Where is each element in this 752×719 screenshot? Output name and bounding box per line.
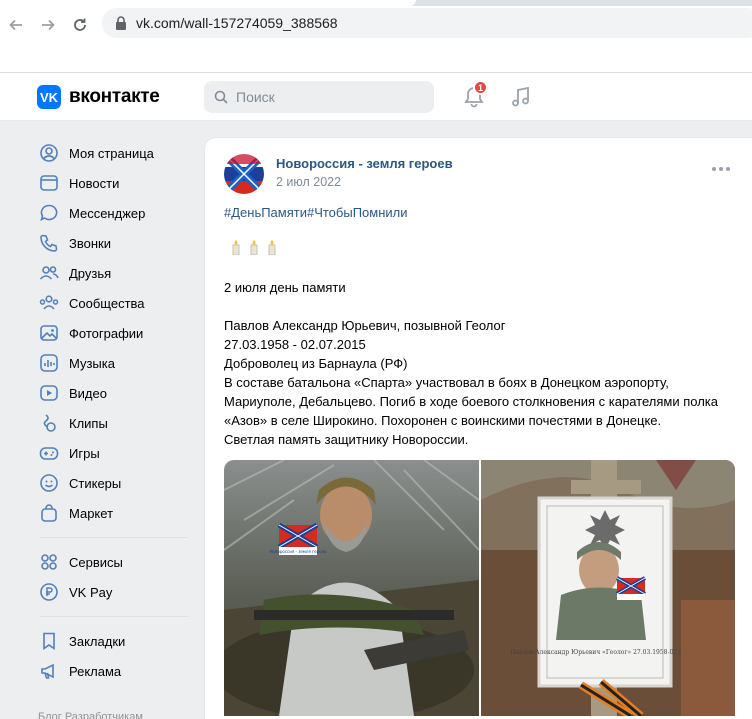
left-menu: Моя страница Новости Мессенджер Звонки Друзь… (36, 138, 196, 686)
menu-item-label: Маркет (69, 505, 114, 521)
menu-item-megaphone[interactable]: Реклама (36, 656, 196, 686)
clips-icon (38, 412, 60, 434)
bookmark-icon (38, 630, 60, 652)
post-text-line: Павлов Александр Юрьевич, позывной Геоло… (224, 318, 506, 333)
group-name-link[interactable]: Новороссия - земля героев (276, 156, 453, 171)
menu-item-label: Видео (69, 385, 107, 401)
candle-icon (268, 240, 276, 255)
menu-item-label: Реклама (69, 663, 122, 679)
menu-item-label: VK Pay (69, 584, 113, 600)
post-text-line: Доброволец из Барнаула (РФ) (224, 356, 408, 371)
menu-item-friends[interactable]: Друзья (36, 258, 196, 288)
novorossiya-flag-overlay (616, 576, 646, 600)
vk-logo[interactable]: VK вконтакте (37, 85, 160, 109)
menu-item-label: Клипы (69, 415, 108, 431)
menu-item-photo[interactable]: Фотографии (36, 318, 196, 348)
menu-item-market-bag[interactable]: Маркет (36, 498, 196, 528)
sticker-icon (38, 472, 60, 494)
menu-item-label: Стикеры (69, 475, 122, 491)
music-icon (38, 352, 60, 374)
menu-item-communities[interactable]: Сообщества (36, 288, 196, 318)
post-text-line: Мариуполе, Дебальцево. Погиб в ходе боев… (224, 394, 718, 409)
market-bag-icon (38, 502, 60, 524)
post-date[interactable]: 2 июл 2022 (276, 175, 341, 189)
friends-icon (38, 262, 60, 284)
post-text-line: В составе батальона «Спарта» участвовал … (224, 375, 669, 390)
post-text-line: 2 июля день памяти (224, 280, 346, 295)
video-icon (38, 382, 60, 404)
post-text-line: «Азов» в селе Широкино. Похоронен с воин… (224, 413, 662, 428)
menu-divider (40, 537, 188, 538)
bookmarks-bar (0, 44, 752, 73)
more-options-icon[interactable] (712, 167, 732, 177)
notification-badge: 1 (473, 80, 488, 95)
footer-links[interactable]: Блог Разработчикам (38, 711, 143, 719)
candle-icon (232, 240, 240, 255)
reload-icon[interactable] (67, 12, 93, 38)
services-grid-icon (38, 551, 60, 573)
candle-icon (250, 240, 258, 255)
post-text-line: 27.03.1958 - 02.07.2015 (224, 337, 366, 352)
post-photo-memorial[interactable]: Павлов Александр Юрьевич «Геолог» 27.03.… (481, 460, 735, 716)
search-input[interactable] (236, 81, 426, 113)
menu-item-label: Звонки (69, 235, 111, 251)
menu-item-vkpay[interactable]: VK Pay (36, 577, 196, 607)
menu-item-label: Сообщества (69, 295, 145, 311)
menu-item-label: Игры (69, 445, 100, 461)
address-bar[interactable]: vk.com/wall-157274059_388568 (102, 8, 752, 38)
music-player-icon[interactable] (508, 84, 534, 110)
vk-logo-icon: VK (37, 85, 61, 109)
url-text: vk.com/wall-157274059_388568 (136, 15, 338, 31)
menu-item-label: Сервисы (69, 554, 123, 570)
user-circle-icon (38, 142, 60, 164)
menu-item-chat-bubble[interactable]: Мессенджер (36, 198, 196, 228)
menu-item-label: Новости (69, 175, 120, 191)
menu-item-music[interactable]: Музыка (36, 348, 196, 378)
wall-post: Новороссия - земля героев 2 июл 2022 #Де… (204, 137, 752, 719)
forward-arrow-icon[interactable] (35, 12, 61, 38)
post-hashtags[interactable]: #ДеньПамяти#ЧтобыПомнили (224, 203, 408, 222)
search-icon (214, 90, 228, 104)
menu-item-newspaper[interactable]: Новости (36, 168, 196, 198)
menu-item-phone[interactable]: Звонки (36, 228, 196, 258)
chat-bubble-icon (38, 202, 60, 224)
menu-item-label: Музыка (69, 355, 115, 371)
menu-item-services-grid[interactable]: Сервисы (36, 547, 196, 577)
post-photo-soldier[interactable]: Новороссия - земля героев (224, 460, 479, 716)
menu-item-label: Друзья (69, 265, 112, 281)
group-avatar[interactable] (224, 154, 264, 194)
vk-header: VK вконтакте 1 (0, 73, 752, 121)
menu-item-label: Моя страница (69, 145, 154, 161)
phone-icon (38, 232, 60, 254)
flag-caption: Новороссия - земля героев (270, 549, 327, 554)
browser-toolbar: vk.com/wall-157274059_388568 (0, 6, 752, 44)
megaphone-icon (38, 660, 60, 682)
gamepad-icon (38, 442, 60, 464)
candle-emojis: 🕯🕯🕯 (231, 239, 277, 255)
menu-item-user-circle[interactable]: Моя страница (36, 138, 196, 168)
post-text-line: Светлая память защитнику Новороссии. (224, 432, 469, 447)
photo-icon (38, 322, 60, 344)
vkpay-icon (38, 581, 60, 603)
menu-item-sticker[interactable]: Стикеры (36, 468, 196, 498)
menu-divider (40, 616, 188, 617)
menu-item-clips[interactable]: Клипы (36, 408, 196, 438)
vk-logo-text: вконтакте (69, 86, 160, 107)
communities-icon (38, 292, 60, 314)
newspaper-icon (38, 172, 60, 194)
menu-item-label: Фотографии (69, 325, 144, 341)
menu-item-gamepad[interactable]: Игры (36, 438, 196, 468)
menu-item-bookmark[interactable]: Закладки (36, 626, 196, 656)
lock-icon (116, 16, 126, 30)
memorial-plate-text: Павлов Александр Юрьевич «Геолог» 27.03.… (510, 649, 704, 656)
menu-item-video[interactable]: Видео (36, 378, 196, 408)
menu-item-label: Мессенджер (69, 205, 146, 221)
search-box (204, 81, 434, 113)
menu-item-label: Закладки (69, 633, 126, 649)
back-arrow-icon[interactable] (3, 12, 29, 38)
